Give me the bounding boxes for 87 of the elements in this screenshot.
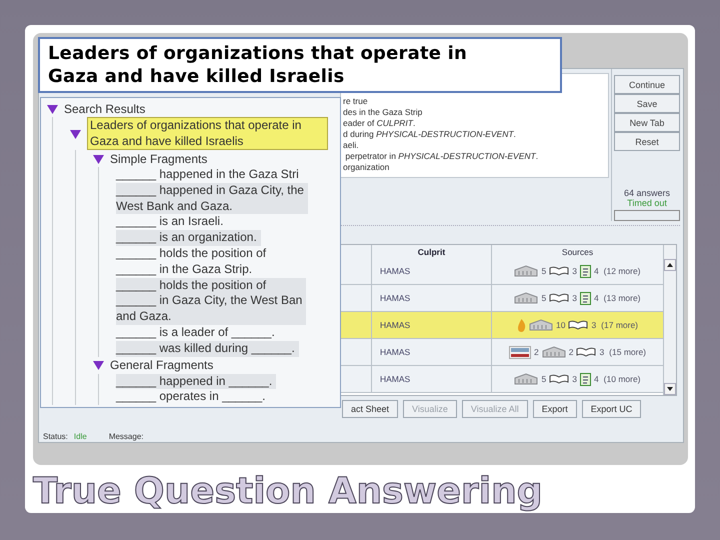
more-count: (12 more) xyxy=(604,266,641,276)
fragment-item[interactable]: ______ operates in ______. xyxy=(116,389,270,406)
source-count: 3 xyxy=(572,266,577,276)
document-icon xyxy=(580,264,591,278)
book-icon xyxy=(549,373,570,385)
culprit-cell: HAMAS xyxy=(380,293,410,303)
culprit-cell: HAMAS xyxy=(380,347,410,357)
building-icon xyxy=(528,319,553,331)
action-button[interactable]: Export xyxy=(532,400,577,418)
side-button[interactable]: Reset xyxy=(614,132,680,151)
source-count: 4 xyxy=(594,293,599,303)
book-icon xyxy=(568,319,588,331)
table-row[interactable]: HAMAS 5 3 4 (12 more) xyxy=(341,258,663,285)
text-line: perpetrator in PHYSICAL-DESTRUCTION-EVENT. xyxy=(344,151,540,162)
source-count: 5 xyxy=(541,266,546,276)
fragment-item[interactable]: ______ was killed during ______. xyxy=(116,340,299,357)
expand-triangle-icon[interactable] xyxy=(93,154,104,164)
table-row[interactable]: HAMAS 5 3 4 (13 more) xyxy=(341,285,663,312)
message-label: Message: xyxy=(108,432,144,441)
book-icon xyxy=(576,346,596,358)
more-count: (13 more) xyxy=(604,293,641,303)
source-count: 10 xyxy=(556,320,566,330)
expand-triangle-icon[interactable] xyxy=(47,104,58,114)
expand-triangle-icon[interactable] xyxy=(70,128,81,138)
fragment-item[interactable]: ______ happened in Gaza City, the West Bank and Gaza. xyxy=(116,182,308,214)
more-count: (15 more) xyxy=(609,347,646,357)
side-button[interactable]: New Tab xyxy=(614,113,680,132)
text-line: aeli. xyxy=(343,140,360,151)
source-count: 3 xyxy=(572,374,577,384)
flame-icon xyxy=(516,318,526,332)
expand-triangle-icon[interactable] xyxy=(93,360,104,370)
text-line: d during PHYSICAL-DESTRUCTION-EVENT. xyxy=(343,129,517,140)
search-status: Timed out xyxy=(626,198,668,208)
fragment-item[interactable]: ______ is a leader of ______. xyxy=(116,324,279,341)
table-row[interactable]: HAMAS 2 2 3 (15 more) xyxy=(341,339,663,366)
building-icon xyxy=(514,292,538,304)
source-count: 4 xyxy=(594,374,599,384)
side-button[interactable]: Save xyxy=(614,94,680,113)
source-count: 3 xyxy=(591,320,596,330)
fragment-item[interactable]: ______ happened in the Gaza Stri xyxy=(116,167,303,183)
side-button[interactable]: Continue xyxy=(614,75,680,94)
source-count: 3 xyxy=(572,293,577,303)
culprit-cell: HAMAS xyxy=(380,374,410,384)
culprit-cell: HAMAS xyxy=(380,320,410,330)
tree-node-label[interactable]: Simple Fragments xyxy=(110,152,208,166)
action-button[interactable]: Export UC xyxy=(582,400,642,418)
text-line: organization xyxy=(343,162,390,173)
table-row[interactable]: HAMAS 10 3 (17 more) xyxy=(341,312,663,339)
text-line: re true xyxy=(343,96,369,107)
query-node[interactable]: Leaders of organizations that operate in Gaza and have killed Israelis xyxy=(87,117,328,150)
callout-box: Leaders of organizations that operate in Gaza and have killed Israelis xyxy=(38,37,562,93)
fragment-item[interactable]: ______ is an organization. xyxy=(116,230,261,246)
text-line: des in the Gaza Strip xyxy=(343,107,424,118)
source-count: 2 xyxy=(534,347,539,357)
tree-node-label[interactable]: General Fragments xyxy=(110,358,214,372)
source-count: 3 xyxy=(599,347,604,357)
fragment-item[interactable]: ______ holds the position of ______ in the Gaza Strip. xyxy=(116,246,270,278)
scroll-up-icon[interactable] xyxy=(664,259,676,271)
newspaper-icon xyxy=(508,346,531,358)
more-count: (17 more) xyxy=(601,320,638,330)
status-value: Idle xyxy=(74,432,87,441)
fragment-item[interactable]: ______ happened in ______. xyxy=(116,374,276,390)
text-line: eader of CULPRIT. xyxy=(343,118,416,129)
book-icon xyxy=(549,292,570,304)
building-icon xyxy=(542,346,566,358)
culprit-cell: HAMAS xyxy=(380,266,410,276)
source-count: 2 xyxy=(568,347,574,357)
document-icon xyxy=(580,372,591,386)
column-header[interactable]: Sources xyxy=(492,245,663,258)
scroll-down-icon[interactable] xyxy=(664,383,676,395)
source-count: 4 xyxy=(594,266,599,276)
source-count: 5 xyxy=(541,374,546,384)
book-icon xyxy=(549,265,570,277)
document-icon xyxy=(580,292,591,304)
action-button[interactable]: act Sheet xyxy=(342,400,398,418)
table-row[interactable]: HAMAS 5 3 4 (10 more) xyxy=(341,366,663,393)
scrollbar[interactable] xyxy=(663,245,676,395)
building-icon xyxy=(514,265,538,277)
slide-title: True Question Answering xyxy=(33,471,544,512)
fragment-item[interactable]: ______ is an Israeli. xyxy=(116,214,228,230)
fragment-item[interactable]: ______ holds the position of ______ in Gaza City, the West Ban and Gaza. xyxy=(116,278,306,325)
answer-count: 64 answers xyxy=(622,188,672,198)
source-count: 5 xyxy=(541,293,546,303)
more-count: (10 more) xyxy=(604,374,641,384)
tree-node-label[interactable]: Search Results xyxy=(64,102,146,116)
building-icon xyxy=(514,373,538,385)
status-label: Status: xyxy=(43,432,68,441)
